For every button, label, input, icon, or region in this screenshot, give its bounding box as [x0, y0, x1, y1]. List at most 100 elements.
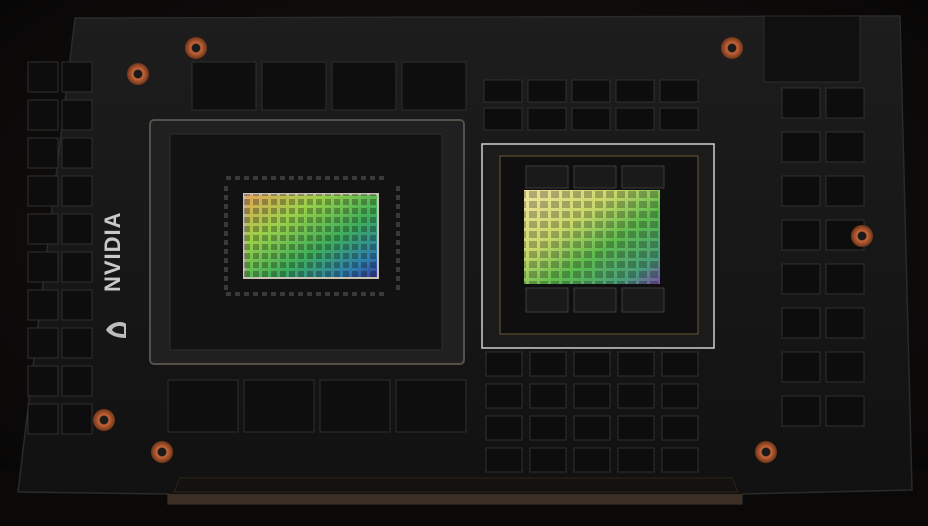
pad [271, 292, 276, 296]
pad [224, 240, 228, 245]
memory-chip [331, 61, 397, 111]
pad [325, 176, 330, 180]
power-stage [27, 213, 59, 245]
mounting-hole [755, 441, 777, 463]
power-stage [27, 251, 59, 283]
board-bottom-strip [173, 477, 739, 493]
mounting-hole [151, 441, 173, 463]
power-stage [661, 383, 699, 409]
pad [271, 176, 276, 180]
pad [396, 258, 400, 263]
power-stage [781, 87, 821, 119]
power-stage [27, 289, 59, 321]
power-stage [527, 79, 567, 103]
pad [224, 231, 228, 236]
power-stage [825, 87, 865, 119]
pad [307, 176, 312, 180]
pad [396, 276, 400, 281]
power-stage [485, 351, 523, 377]
pad [224, 186, 228, 191]
power-stage [617, 351, 655, 377]
power-stage [27, 365, 59, 397]
pad [289, 176, 294, 180]
pad [396, 186, 400, 191]
pad [262, 292, 267, 296]
pad [396, 204, 400, 209]
pad [224, 249, 228, 254]
pad [343, 292, 348, 296]
power-stage [61, 137, 93, 169]
circuit-board [17, 15, 913, 505]
board-edge-trim [168, 494, 742, 504]
power-stage [483, 107, 523, 131]
top-right-module [763, 15, 861, 83]
pad [352, 292, 357, 296]
mounting-hole [851, 225, 873, 247]
pad [280, 292, 285, 296]
nvidia-logo-text: NVIDIA [100, 211, 125, 292]
pad [226, 292, 231, 296]
power-stage [61, 61, 93, 93]
power-stage [61, 403, 93, 435]
memory-chip [191, 61, 257, 111]
power-stage [529, 447, 567, 473]
mounting-hole [721, 37, 743, 59]
pad [396, 285, 400, 290]
pad [361, 292, 366, 296]
pad [224, 267, 228, 272]
pad [361, 176, 366, 180]
hbm-stack [525, 287, 569, 313]
pad [316, 176, 321, 180]
pad [224, 258, 228, 263]
power-stage [485, 447, 523, 473]
pad [396, 213, 400, 218]
power-stage [61, 251, 93, 283]
cpu-die-cells [244, 194, 378, 278]
power-stage [617, 447, 655, 473]
pad [396, 267, 400, 272]
pad [224, 222, 228, 227]
power-stage [781, 131, 821, 163]
power-stage [27, 327, 59, 359]
power-stage [661, 351, 699, 377]
pad [370, 176, 375, 180]
power-stage [573, 383, 611, 409]
power-stage [825, 351, 865, 383]
power-stage [615, 107, 655, 131]
power-stage [571, 79, 611, 103]
power-stage [617, 415, 655, 441]
pad [396, 240, 400, 245]
power-stage [781, 351, 821, 383]
pad [396, 195, 400, 200]
pad [334, 292, 339, 296]
power-stage [781, 219, 821, 251]
power-stage [659, 79, 699, 103]
pad [396, 231, 400, 236]
memory-chip [401, 61, 467, 111]
power-stage [573, 415, 611, 441]
pad [396, 249, 400, 254]
superchip-board-illustration [0, 0, 928, 526]
pad [289, 292, 294, 296]
pad [370, 292, 375, 296]
pad [262, 176, 267, 180]
pad [379, 176, 384, 180]
power-stage [27, 61, 59, 93]
power-stage [61, 213, 93, 245]
pad [235, 292, 240, 296]
power-stage [573, 351, 611, 377]
mounting-hole [185, 37, 207, 59]
pad [244, 176, 249, 180]
pad [224, 213, 228, 218]
power-stage [825, 263, 865, 295]
power-stage [781, 263, 821, 295]
hbm-stack [525, 165, 569, 189]
cpu-module [149, 119, 465, 365]
pad [253, 292, 258, 296]
power-stage [61, 175, 93, 207]
hbm-stack [573, 287, 617, 313]
memory-chip [261, 61, 327, 111]
pad [396, 222, 400, 227]
power-stage [781, 395, 821, 427]
power-stage [573, 447, 611, 473]
